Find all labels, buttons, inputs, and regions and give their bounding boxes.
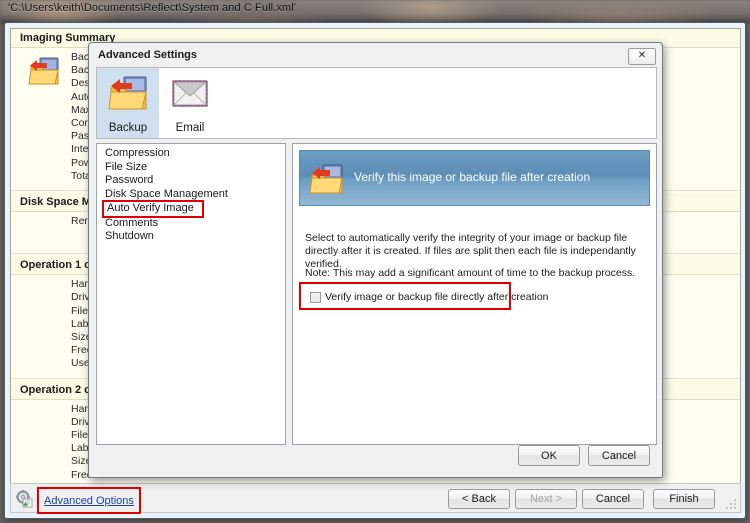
finish-button[interactable]: Finish bbox=[653, 489, 715, 509]
settings-list: Compression File Size Password Disk Spac… bbox=[96, 143, 286, 445]
next-button[interactable]: Next > bbox=[515, 489, 577, 509]
verify-checkbox-highlight: Verify image or backup file directly aft… bbox=[299, 282, 549, 310]
close-icon: ✕ bbox=[637, 50, 647, 61]
dialog-title: Advanced Settings bbox=[98, 49, 198, 61]
verify-checkbox-row[interactable]: Verify image or backup file directly aft… bbox=[310, 291, 549, 303]
dialog-toolbar: Backup Email bbox=[96, 67, 657, 139]
toolbar-item-label: Email bbox=[175, 122, 205, 134]
resize-grip[interactable] bbox=[725, 498, 737, 510]
close-button[interactable]: ✕ bbox=[628, 48, 656, 65]
settings-list-item-auto-verify-image[interactable]: Auto Verify Image bbox=[102, 200, 204, 218]
settings-list-item-password[interactable]: Password bbox=[101, 174, 285, 188]
settings-note: Note: This may add a significant amount … bbox=[305, 267, 636, 279]
advanced-options-highlight: Advanced Options bbox=[37, 487, 141, 514]
backup-folder-icon bbox=[108, 76, 147, 110]
advanced-settings-dialog: Advanced Settings ✕ Backup Email Compres… bbox=[88, 42, 663, 478]
settings-list-item-comments[interactable]: Comments bbox=[101, 217, 285, 231]
gear-icon bbox=[16, 490, 33, 508]
window-path-title: 'C:\Users\keith\Documents\Reflect\System… bbox=[8, 2, 296, 14]
content-banner: Verify this image or backup file after c… bbox=[299, 150, 650, 206]
advanced-options-link[interactable]: Advanced Options bbox=[44, 495, 134, 507]
toolbar-item-email[interactable]: Email bbox=[159, 68, 221, 138]
dialog-cancel-button[interactable]: Cancel bbox=[588, 445, 650, 466]
toolbar-item-backup[interactable]: Backup bbox=[97, 68, 159, 138]
cancel-button[interactable]: Cancel bbox=[582, 489, 644, 509]
settings-list-item-file-size[interactable]: File Size bbox=[101, 161, 285, 175]
envelope-icon bbox=[172, 80, 208, 107]
banner-title: Verify this image or backup file after c… bbox=[354, 170, 591, 184]
toolbar-item-label: Backup bbox=[108, 122, 148, 134]
settings-list-item-compression[interactable]: Compression bbox=[101, 147, 285, 161]
settings-content-panel: Verify this image or backup file after c… bbox=[292, 143, 657, 445]
settings-list-item-shutdown[interactable]: Shutdown bbox=[101, 230, 285, 244]
settings-list-item-disk-space-management[interactable]: Disk Space Management bbox=[101, 188, 285, 202]
backup-folder-icon bbox=[309, 164, 343, 194]
backup-folder-icon bbox=[28, 57, 59, 85]
settings-description: Select to automatically verify the integ… bbox=[305, 232, 636, 270]
back-button[interactable]: < Back bbox=[448, 489, 510, 509]
verify-checkbox[interactable] bbox=[310, 291, 321, 303]
dialog-ok-button[interactable]: OK bbox=[518, 445, 580, 466]
wizard-bottom-bar: Advanced Options < Back Next > Cancel Fi… bbox=[10, 483, 741, 514]
verify-checkbox-label: Verify image or backup file directly aft… bbox=[325, 291, 549, 303]
